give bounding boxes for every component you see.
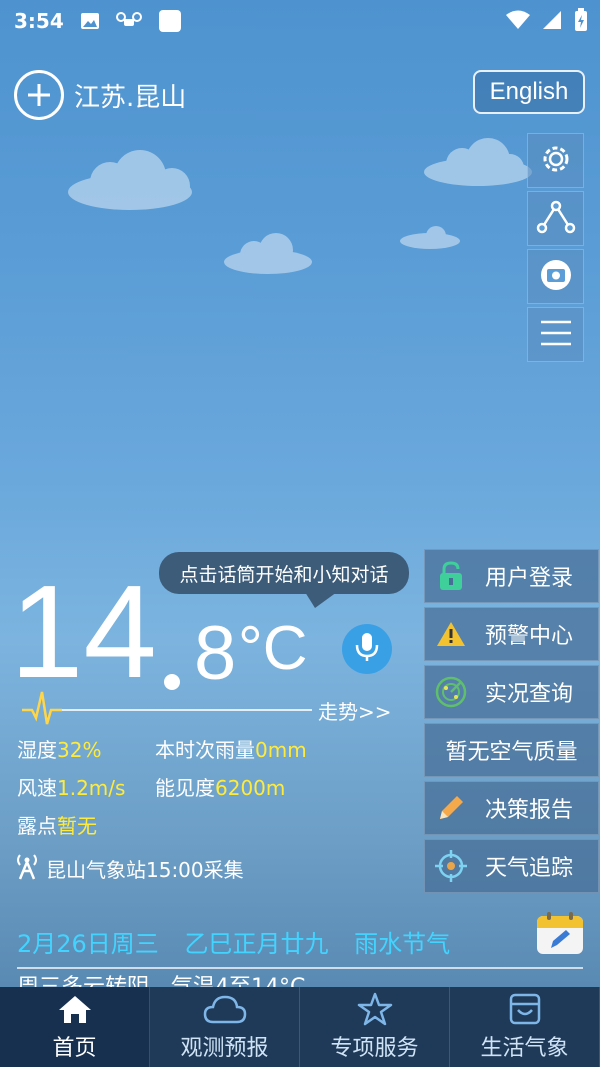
cloud-icon <box>203 992 247 1026</box>
humidity-label: 湿度 <box>17 738 57 762</box>
visibility-label: 能见度 <box>155 776 215 800</box>
target-icon <box>433 848 469 884</box>
wind-label: 风速 <box>17 776 57 800</box>
antenna-icon <box>14 852 40 885</box>
humidity-value: 32% <box>57 738 102 762</box>
rain-value: 0mm <box>255 738 307 762</box>
rain-label: 本时次雨量 <box>155 738 255 762</box>
wind-value: 1.2m/s <box>57 776 126 800</box>
date-line: 2月26日周三 乙巳正月廿九 雨水节气 <box>17 924 468 959</box>
temperature-decimal: 8 <box>194 611 237 696</box>
dewpoint-value: 暂无 <box>57 814 97 838</box>
nav-life[interactable]: 生活气象 <box>450 987 600 1067</box>
basket-icon <box>508 992 542 1026</box>
station-text: 昆山气象站15:00采集 <box>46 858 244 882</box>
wind-row: 风速1.2m/s <box>17 772 125 801</box>
warning-center-button[interactable]: 预警中心 <box>424 607 599 661</box>
trend-line <box>62 709 312 711</box>
side-menu: 用户登录 预警中心 实况查询 暂无空气质量 决策报告 天气追踪 <box>424 549 599 897</box>
temperature-unit: °C <box>238 614 308 683</box>
air-quality-label: 暂无空气质量 <box>445 740 578 765</box>
add-city-icon[interactable] <box>14 70 64 120</box>
date-divider <box>17 967 583 969</box>
solar-term: 雨水节气 <box>354 930 451 958</box>
calendar-edit-icon <box>535 912 585 960</box>
microphone-button[interactable] <box>342 624 392 674</box>
microphone-icon <box>354 631 380 667</box>
location-name: 江苏.昆山 <box>74 82 187 113</box>
status-bar: 3:54 <box>0 0 600 42</box>
pulse-icon <box>22 690 62 730</box>
nav-home[interactable]: 首页 <box>0 987 150 1067</box>
user-login-button[interactable]: 用户登录 <box>424 549 599 603</box>
live-query-label: 实况查询 <box>485 682 574 707</box>
location-selector[interactable]: 江苏.昆山 <box>14 70 186 120</box>
tool-column <box>527 133 584 365</box>
radar-icon <box>433 674 469 710</box>
weather-track-button[interactable]: 天气追踪 <box>424 839 599 893</box>
humidity-row: 湿度32% <box>17 734 101 763</box>
decision-report-button[interactable]: 决策报告 <box>424 781 599 835</box>
home-icon <box>58 992 92 1026</box>
calendar-button[interactable] <box>535 910 585 956</box>
air-quality-item[interactable]: 暂无空气质量 <box>424 723 599 777</box>
english-button[interactable]: English <box>473 70 585 114</box>
settings-button[interactable] <box>527 133 584 188</box>
bubble-tail <box>305 592 337 608</box>
visibility-row: 能见度6200m <box>155 772 285 801</box>
temperature-integer: 14 <box>10 558 157 705</box>
star-icon <box>357 992 393 1026</box>
rain-row: 本时次雨量0mm <box>155 734 307 763</box>
bottom-nav: 首页 观测预报 专项服务 生活气象 <box>0 987 600 1067</box>
nav-home-label: 首页 <box>52 1036 97 1061</box>
visibility-value: 6200m <box>215 776 286 800</box>
dewpoint-label: 露点 <box>17 814 57 838</box>
live-query-button[interactable]: 实况查询 <box>424 665 599 719</box>
warning-icon <box>433 616 469 652</box>
share-icon <box>536 200 576 238</box>
share-button[interactable] <box>527 191 584 246</box>
user-login-label: 用户登录 <box>485 566 574 591</box>
nav-observation-label: 观测预报 <box>180 1036 269 1061</box>
nav-special-label: 专项服务 <box>330 1036 419 1061</box>
wifi-icon <box>506 10 530 34</box>
status-time: 3:54 <box>14 9 64 33</box>
camera-button[interactable] <box>527 249 584 304</box>
trend-link[interactable]: 走势>> <box>318 696 392 725</box>
nav-observation[interactable]: 观测预报 <box>150 987 300 1067</box>
lunar-date: 乙巳正月廿九 <box>184 930 329 958</box>
gear-icon <box>539 142 573 180</box>
warning-center-label: 预警中心 <box>485 624 574 649</box>
camera-icon <box>539 258 573 296</box>
pencil-icon <box>433 790 469 826</box>
battery-icon <box>574 8 588 36</box>
forecast-text: 周三多云转阴，气温4至14°C <box>17 975 306 988</box>
temperature-decimal-point <box>164 674 180 690</box>
solar-date: 2月26日周三 <box>17 930 159 958</box>
nav-special[interactable]: 专项服务 <box>300 987 450 1067</box>
nav-life-label: 生活气象 <box>480 1036 569 1061</box>
dewpoint-row: 露点暂无 <box>17 810 97 839</box>
image-icon <box>80 12 100 30</box>
weather-track-label: 天气追踪 <box>485 856 574 881</box>
menu-button[interactable] <box>527 307 584 362</box>
menu-icon <box>539 318 573 352</box>
lock-icon <box>433 558 469 594</box>
station-info: 昆山气象站15:00采集 <box>14 852 244 885</box>
signal-icon <box>542 10 562 34</box>
drone-icon <box>115 12 142 30</box>
voice-hint-bubble: 点击话筒开始和小知对话 <box>159 552 409 594</box>
app-icon <box>158 9 182 33</box>
decision-report-label: 决策报告 <box>485 798 574 823</box>
